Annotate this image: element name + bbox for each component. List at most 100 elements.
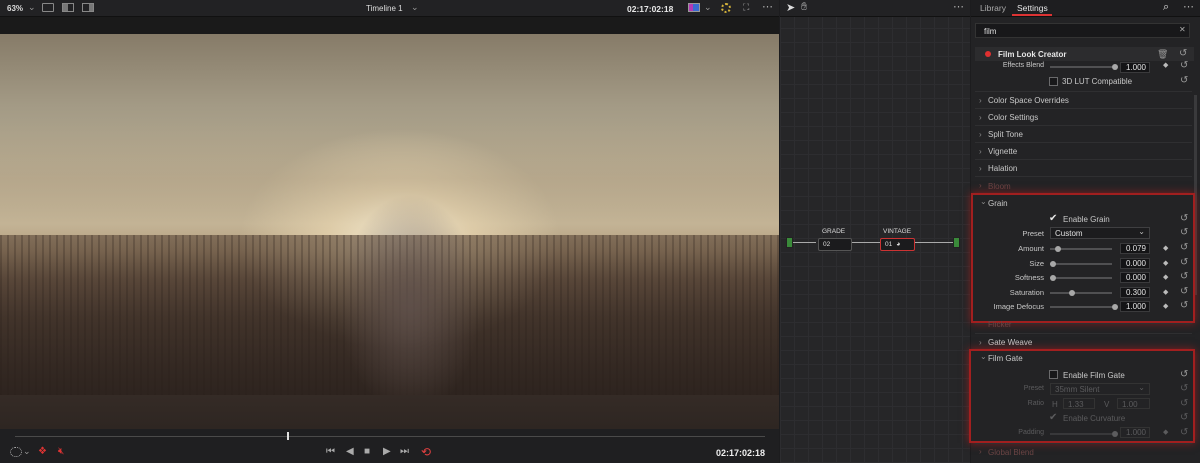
param-value[interactable]: 0.000 [1120,272,1150,283]
keyframe-icon[interactable]: ◆ [1163,244,1168,252]
reset-icon[interactable]: ↺ [1180,257,1188,268]
play-icon[interactable]: ▶ [383,446,391,457]
param-value[interactable]: 0.000 [1120,258,1150,269]
param-slider[interactable] [1050,277,1112,279]
pointer-icon[interactable]: ➤ [786,1,795,14]
color-wheel-icon[interactable] [721,3,731,13]
search-icon[interactable]: ⌕ [1163,1,1169,14]
chevron-down-icon[interactable]: ⌄ [28,2,36,13]
reset-icon[interactable]: ↺ [1180,412,1188,423]
section-split-tone[interactable]: › Split Tone [975,125,1192,142]
section-color-settings[interactable]: › Color Settings [975,108,1192,125]
section-halation[interactable]: › Halation [975,159,1192,176]
enable-curvature-checkbox[interactable]: ✔ [1049,412,1057,423]
more-options-icon[interactable]: ⋯ [953,0,964,13]
output-node[interactable] [953,237,960,248]
grade-node[interactable]: 02 [818,238,852,251]
go-to-start-icon[interactable]: ⏮︎ [326,446,335,457]
gate-preset-dropdown[interactable]: 35mm Silent ⌄ [1050,383,1150,395]
keyframe-icon[interactable]: ◆ [1163,428,1168,436]
trash-icon[interactable]: 🗑︎ [1157,49,1168,60]
slider-knob[interactable] [1050,261,1056,267]
tab-library[interactable]: Library [980,3,1006,13]
reset-icon[interactable]: ↺ [1179,48,1187,59]
padding-value[interactable]: 1.000 [1120,427,1150,438]
slider-knob[interactable] [1069,290,1075,296]
effect-toggle-icon[interactable] [985,51,991,57]
ratio-h-field[interactable]: 1.33 [1063,398,1095,409]
clear-search-icon[interactable]: ✕ [1179,25,1186,34]
mute-icon[interactable]: 🔇︎ [58,446,64,457]
vintage-node[interactable]: 01 ◕ [880,238,915,251]
ratio-v-field[interactable]: 1.00 [1117,398,1150,409]
zoom-level[interactable]: 63% [7,4,23,13]
effects-blend-value[interactable]: 1.000 [1120,62,1150,73]
section-vignette[interactable]: › Vignette [975,142,1192,159]
section-film-gate-title[interactable]: Film Gate [988,354,1023,363]
chevron-down-icon[interactable]: ⌄ [980,352,987,361]
enable-grain-checkbox[interactable]: ✔ [1049,213,1057,224]
keyframe-icon[interactable]: ◆ [1163,61,1168,69]
stop-icon[interactable]: ■ [364,446,370,457]
section-grain-title[interactable]: Grain [988,199,1008,208]
reset-icon[interactable]: ↺ [1180,271,1188,282]
reset-icon[interactable]: ↺ [1180,398,1188,409]
param-slider[interactable] [1050,306,1112,308]
preset-dropdown[interactable]: Custom ⌄ [1050,227,1150,239]
more-options-icon[interactable]: ⋯ [762,0,773,13]
chevron-down-icon[interactable]: ⌄ [980,197,987,206]
keyframe-icon[interactable]: ◆ [1163,273,1168,281]
slider-knob[interactable] [1112,64,1118,70]
param-value[interactable]: 1.000 [1120,301,1150,312]
section-gate-weave[interactable]: › Gate Weave [975,333,1192,350]
timeline-title[interactable]: Timeline 1 [366,4,403,13]
keyframe-icon[interactable]: ◆ [1163,302,1168,310]
tab-settings[interactable]: Settings [1017,3,1048,13]
section-global-blend[interactable]: › Global Blend [975,443,1192,460]
param-slider[interactable] [1050,263,1112,265]
play-reverse-icon[interactable]: ◀ [346,446,354,457]
reset-icon[interactable]: ↺ [1180,242,1188,253]
more-options-icon[interactable]: ⋯ [1183,0,1194,13]
reset-icon[interactable]: ↺ [1180,427,1188,438]
reset-icon[interactable]: ↺ [1180,369,1188,380]
scrubber-track[interactable] [15,436,765,437]
lut-checkbox[interactable] [1049,77,1058,86]
single-viewer-icon[interactable] [42,3,54,12]
slider-knob[interactable] [1112,431,1118,437]
layers-icon[interactable]: ❖ [38,446,47,457]
reset-icon[interactable]: ↺ [1180,300,1188,311]
loop-icon[interactable]: ⟲ [421,445,431,459]
reset-icon[interactable]: ↺ [1180,60,1188,71]
chevron-down-icon[interactable]: ⌄ [704,2,712,13]
reset-icon[interactable]: ↺ [1180,286,1188,297]
slider-knob[interactable] [1050,275,1056,281]
hand-icon[interactable]: ✋︎ [801,1,807,14]
reset-icon[interactable]: ↺ [1180,227,1188,238]
split-viewer-icon[interactable] [62,3,74,12]
input-node[interactable] [786,237,793,248]
slider-knob[interactable] [1055,246,1061,252]
search-input[interactable]: film [975,23,1190,38]
section-color-space-overrides[interactable]: › Color Space Overrides [975,91,1192,108]
param-value[interactable]: 0.300 [1120,287,1150,298]
fullscreen-icon[interactable]: ⛶ [743,2,749,13]
dual-viewer-icon[interactable] [82,3,94,12]
viewer-mode-icon[interactable] [688,3,700,12]
loop-select-icon[interactable] [10,447,22,457]
padding-slider[interactable] [1050,433,1112,435]
reset-icon[interactable]: ↺ [1180,75,1188,86]
keyframe-icon[interactable]: ◆ [1163,288,1168,296]
enable-film-gate-checkbox[interactable] [1049,370,1058,379]
chevron-down-icon[interactable]: ⌄ [23,446,31,457]
go-to-end-icon[interactable]: ⏭︎ [400,446,409,457]
section-bloom[interactable]: › Bloom [975,176,1192,193]
keyframe-icon[interactable]: ◆ [1163,259,1168,267]
chevron-down-icon[interactable]: ⌄ [411,2,419,13]
param-slider[interactable] [1050,292,1112,294]
effects-blend-slider[interactable] [1050,66,1112,68]
node-graph[interactable] [780,0,970,463]
param-value[interactable]: 0.079 [1120,243,1150,254]
reset-icon[interactable]: ↺ [1180,383,1188,394]
playhead[interactable] [287,432,289,440]
